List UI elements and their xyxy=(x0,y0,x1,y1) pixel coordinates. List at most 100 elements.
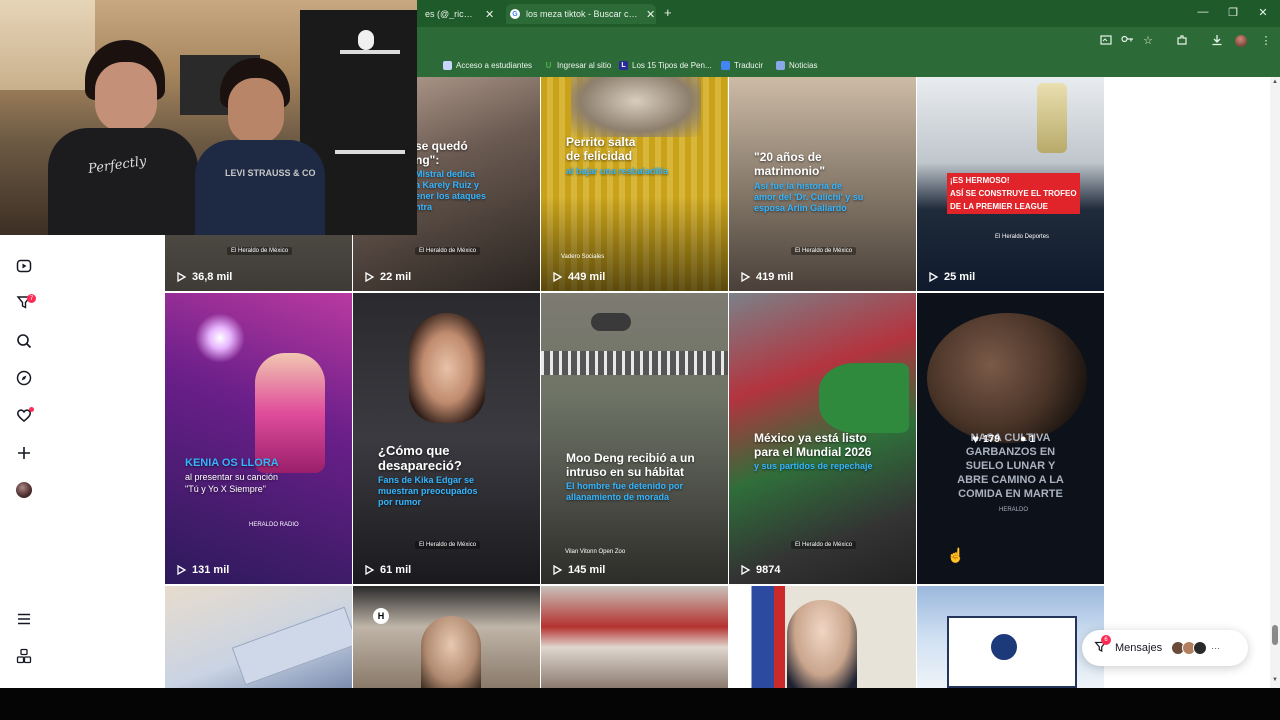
avatar xyxy=(1193,641,1208,655)
video-tile[interactable]: NASA CULTIVA GARBANZOS EN SUELO LUNAR Y … xyxy=(917,293,1104,584)
l-icon: L xyxy=(619,61,628,70)
channel-logo: Vilan Vitonn Open Zoo xyxy=(565,549,626,555)
bookmark-traducir[interactable]: Traducir xyxy=(721,61,763,70)
messages-badge: 6 xyxy=(1101,635,1111,645)
star-icon[interactable]: ☆ xyxy=(1141,34,1155,48)
video-tile[interactable] xyxy=(917,586,1104,688)
shelf-light xyxy=(335,150,405,154)
channel-logo: El Heraldo de México xyxy=(791,541,857,549)
video-tile[interactable] xyxy=(541,586,728,688)
extensions-icon[interactable] xyxy=(1175,34,1189,48)
channel-logo: Vadero Sociales xyxy=(561,254,605,260)
scroll-up-icon[interactable]: ▲ xyxy=(1270,79,1280,85)
comments-count: 1 xyxy=(1029,433,1036,445)
plus-icon[interactable] xyxy=(14,443,34,463)
channel-logo: HERALDO xyxy=(999,507,1029,513)
maximize-button[interactable]: ❐ xyxy=(1226,6,1240,19)
view-count: 36,8 mil xyxy=(175,271,232,283)
new-tab-button[interactable]: + xyxy=(664,5,672,20)
video-headline: ¿Cómo que desapareció? xyxy=(378,443,462,473)
video-subtitle: y sus partidos de repechaje xyxy=(754,461,873,471)
bookmark-label: Los 15 Tipos de Pen... xyxy=(632,61,712,70)
download-icon[interactable] xyxy=(1210,34,1224,48)
webcam-overlay: Perfectly LEVI STRAUSS & CO xyxy=(0,0,417,235)
u-icon: U xyxy=(545,61,552,70)
hover-stats: ♥ 179 ● 1 xyxy=(972,432,1035,446)
video-tile[interactable]: ¡ES HERMOSO! ASÍ SE CONSTRUYE EL TROFEO … xyxy=(917,77,1104,291)
profile-avatar[interactable] xyxy=(16,482,32,498)
video-headline: Perrito salta de felicidad xyxy=(566,135,636,163)
face xyxy=(95,62,157,132)
video-subtitle: Fans de Kika Edgar se muestran preocupad… xyxy=(378,475,478,507)
video-tile[interactable]: México ya está listo para el Mundial 202… xyxy=(729,293,916,584)
views-label: 9874 xyxy=(756,564,781,576)
scroll-thumb[interactable] xyxy=(1272,625,1278,645)
video-tile[interactable]: KENIA OS LLORA al presentar su canción "… xyxy=(165,293,352,584)
face xyxy=(228,78,284,144)
explore-compass-icon[interactable] xyxy=(14,368,34,388)
play-icon xyxy=(177,271,187,283)
video-headline: Moo Deng recibió a un intruso en su hábi… xyxy=(566,451,695,479)
video-headline: ¡ES HERMOSO! ASÍ SE CONSTRUYE EL TROFEO … xyxy=(947,173,1080,214)
person-image xyxy=(409,313,485,423)
tab-google-search[interactable]: G los meza tiktok - Buscar con Go ✕ xyxy=(506,4,656,24)
shirt-print: LEVI STRAUSS & CO xyxy=(225,168,316,178)
apps-icon[interactable] xyxy=(14,646,34,666)
hand-cursor-icon: ☝ xyxy=(947,547,965,563)
video-tile[interactable] xyxy=(165,586,352,688)
views-label: 131 mil xyxy=(192,564,230,576)
channel-logo: El Heraldo de México xyxy=(415,541,481,549)
scrollbar[interactable]: ▲ ▼ xyxy=(1270,77,1280,688)
video-tile[interactable]: Moo Deng recibió a un intruso en su hábi… xyxy=(541,293,728,584)
close-icon[interactable]: ✕ xyxy=(485,8,494,21)
video-tile[interactable]: "20 años de matrimonio" Así fue la histo… xyxy=(729,77,916,291)
cast-icon[interactable] xyxy=(1099,34,1113,48)
video-tile[interactable]: Perrito salta de felicidad al bajar una … xyxy=(541,77,728,291)
close-icon[interactable]: ✕ xyxy=(646,8,655,21)
translate-icon xyxy=(721,61,730,70)
window-light xyxy=(0,0,95,90)
messages-button[interactable]: 6 Mensajes ⋯ xyxy=(1082,630,1248,666)
letterbox-bar xyxy=(0,688,1280,720)
live-icon[interactable] xyxy=(14,256,34,276)
hamburger-menu-icon[interactable] xyxy=(14,609,34,629)
play-icon xyxy=(365,271,375,283)
bookmark-ingresar[interactable]: U Ingresar al sitio xyxy=(544,61,612,70)
close-window-button[interactable]: ✕ xyxy=(1256,6,1270,19)
bookmark-acceso[interactable]: Acceso a estudiantes xyxy=(443,61,532,70)
channel-logo: El Heraldo de México xyxy=(415,247,481,255)
video-subtitle: Mistral dedica a Karely Ruiz y ener los … xyxy=(415,169,487,212)
tab-title: los meza tiktok - Buscar con Go xyxy=(526,9,638,19)
figurine xyxy=(358,30,374,50)
tab-tiktok-profile[interactable]: es (@_ricardoang ✕ xyxy=(425,4,495,24)
views-label: 25 mil xyxy=(944,271,976,283)
video-tile[interactable]: ¿Cómo que desapareció? Fans de Kika Edga… xyxy=(353,293,540,584)
shirt: Perfectly xyxy=(48,128,198,235)
menu-dots-icon[interactable]: ⋮ xyxy=(1259,34,1273,48)
view-count: 22 mil xyxy=(363,271,411,283)
video-tile[interactable] xyxy=(729,586,916,688)
view-count: 131 mil xyxy=(175,564,229,576)
bookmark-15-tipos[interactable]: L Los 15 Tipos de Pen... xyxy=(619,61,712,70)
comment-icon: ● xyxy=(1019,433,1027,445)
play-icon xyxy=(365,564,375,576)
news-icon xyxy=(776,61,785,70)
key-icon[interactable] xyxy=(1120,34,1134,48)
play-icon xyxy=(929,271,939,283)
profile-avatar-icon[interactable] xyxy=(1234,34,1248,48)
doc-icon xyxy=(443,61,452,70)
search-icon[interactable] xyxy=(14,331,34,351)
stage-light xyxy=(195,313,245,363)
minimize-button[interactable]: — xyxy=(1196,6,1210,18)
video-tile[interactable]: H xyxy=(353,586,540,688)
video-subtitle: Así fue la historia de amor del 'Dr. Cul… xyxy=(754,181,864,213)
views-label: 36,8 mil xyxy=(192,271,233,283)
dog-image xyxy=(571,77,701,137)
bookmark-label: Noticias xyxy=(789,61,818,70)
play-icon xyxy=(177,564,187,576)
scroll-down-icon[interactable]: ▼ xyxy=(1270,677,1280,683)
channel-logo: El Heraldo de México xyxy=(791,247,857,255)
more-dots-icon: ⋯ xyxy=(1211,642,1221,653)
bookmark-noticias[interactable]: Noticias xyxy=(776,61,817,70)
play-icon xyxy=(553,564,563,576)
